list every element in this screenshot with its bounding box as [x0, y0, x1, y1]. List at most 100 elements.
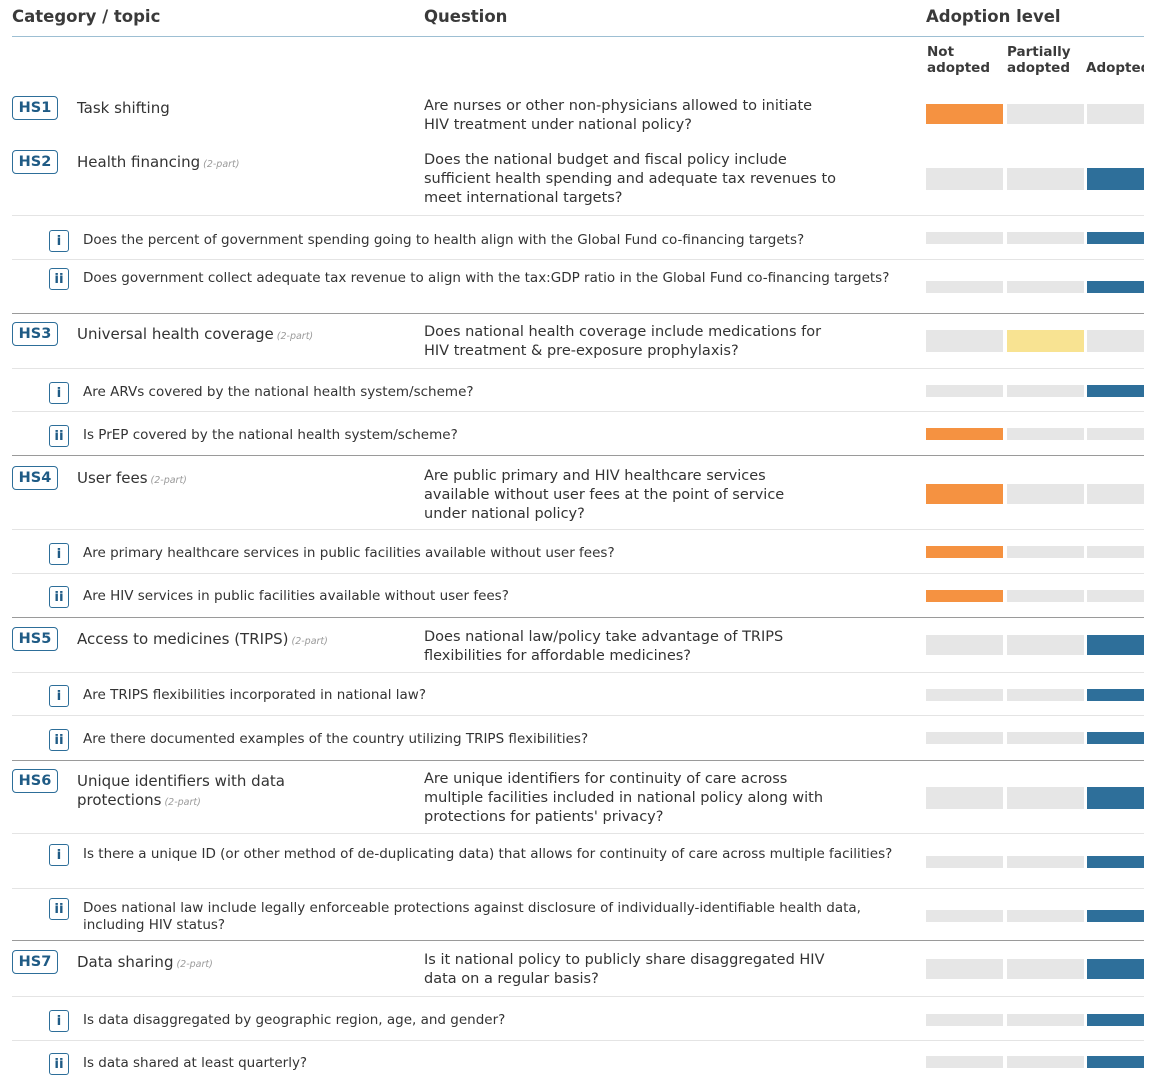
question-text: Does the national budget and fiscal poli… — [424, 152, 837, 206]
row-divider — [12, 573, 1144, 574]
question-text: Does national health coverage include me… — [424, 324, 822, 359]
row-divider — [12, 940, 1144, 941]
adoption-bar-not-adopted — [926, 546, 1003, 558]
two-part-note: (2-part) — [203, 159, 240, 170]
row-divider — [12, 617, 1144, 618]
subquestion-text: Are ARVs covered by the national health … — [83, 384, 474, 400]
adoption-bar-partially-adopted — [1007, 385, 1084, 397]
column-partially-adopted: Partially adopted — [1007, 44, 1071, 76]
subquestion-number-badge: ii — [49, 425, 69, 447]
subquestion-text: Are there documented examples of the cou… — [83, 731, 589, 747]
adoption-bar-not-adopted — [926, 689, 1003, 701]
header-question: Question — [424, 7, 508, 26]
adoption-bar-not-adopted — [926, 385, 1003, 397]
adoption-bar-not-adopted — [926, 428, 1003, 440]
subquestion-text: Is there a unique ID (or other method of… — [83, 846, 893, 862]
column-not-adopted-line1: Not — [927, 44, 955, 60]
subquestion-text: Does national law include legally enforc… — [83, 900, 861, 933]
topic-text: Task shifting — [77, 99, 170, 117]
adoption-bar-not-adopted — [926, 104, 1003, 124]
adoption-bar-not-adopted — [926, 281, 1003, 293]
subquestion-number-badge: i — [49, 543, 69, 565]
subquestion-number-badge: ii — [49, 729, 69, 751]
subquestion-text: Is data shared at least quarterly? — [83, 1055, 308, 1071]
topic-code-badge: HS5 — [12, 627, 58, 651]
adoption-bar-partially-adopted — [1007, 787, 1084, 809]
adoption-bar-adopted — [1087, 104, 1144, 124]
column-partially-adopted-line1: Partially — [1007, 44, 1071, 60]
adoption-bar-partially-adopted — [1007, 590, 1084, 602]
topic-label: Task shifting — [77, 99, 417, 118]
column-not-adopted: Not adopted — [927, 44, 990, 76]
adoption-bar-not-adopted — [926, 330, 1003, 352]
header-adoption-level: Adoption level — [926, 7, 1061, 26]
topic-text: Universal health coverage — [77, 325, 274, 343]
row-divider — [12, 529, 1144, 530]
subquestion-text: Are TRIPS flexibilities incorporated in … — [83, 687, 426, 703]
adoption-bar-partially-adopted — [1007, 959, 1084, 979]
subquestion-number-badge: i — [49, 685, 69, 707]
adoption-bar-partially-adopted — [1007, 546, 1084, 558]
column-partially-adopted-line2: adopted — [1007, 60, 1070, 76]
adoption-bar-partially-adopted — [1007, 484, 1084, 504]
adoption-bar-not-adopted — [926, 168, 1003, 190]
subquestion-number-badge: ii — [49, 898, 69, 920]
adoption-bar-adopted — [1087, 168, 1144, 190]
adoption-bar-partially-adopted — [1007, 635, 1084, 655]
question-text: Are nurses or other non-physicians allow… — [424, 98, 813, 133]
topic-label: Access to medicines (TRIPS) (2-part) — [77, 630, 417, 651]
adoption-bar-adopted — [1087, 910, 1144, 922]
adoption-bar-partially-adopted — [1007, 104, 1084, 124]
topic-text: Data sharing — [77, 953, 174, 971]
adoption-bar-not-adopted — [926, 732, 1003, 744]
two-part-note: (2-part) — [150, 475, 187, 486]
row-divider — [12, 313, 1144, 314]
header-category: Category / topic — [12, 7, 161, 26]
subquestion-number-badge: i — [49, 230, 69, 252]
adoption-bar-adopted — [1087, 428, 1144, 440]
topic-code-badge: HS1 — [12, 96, 58, 120]
adoption-bar-partially-adopted — [1007, 330, 1084, 352]
adoption-table: Category / topic Question Adoption level… — [0, 0, 1144, 1079]
row-divider — [12, 215, 1144, 216]
adoption-bar-not-adopted — [926, 1056, 1003, 1068]
adoption-bar-adopted — [1087, 959, 1144, 979]
subquestion-number-badge: i — [49, 844, 69, 866]
topic-code-badge: HS2 — [12, 150, 58, 174]
adoption-bar-adopted — [1087, 689, 1144, 701]
row-divider — [12, 888, 1144, 889]
subquestion-text: Are primary healthcare services in publi… — [83, 545, 615, 561]
subquestion-text: Is data disaggregated by geographic regi… — [83, 1012, 506, 1028]
adoption-bar-partially-adopted — [1007, 732, 1084, 744]
column-adopted-label: Adopted — [1086, 60, 1144, 76]
adoption-bar-not-adopted — [926, 232, 1003, 244]
adoption-bar-not-adopted — [926, 1014, 1003, 1026]
adoption-bar-not-adopted — [926, 910, 1003, 922]
adoption-bar-adopted — [1087, 546, 1144, 558]
topic-code-badge: HS6 — [12, 769, 58, 793]
adoption-bar-not-adopted — [926, 484, 1003, 504]
adoption-bar-partially-adopted — [1007, 1056, 1084, 1068]
subquestion-text: Does government collect adequate tax rev… — [83, 270, 890, 286]
subquestion-number-badge: i — [49, 382, 69, 404]
adoption-bar-partially-adopted — [1007, 168, 1084, 190]
row-divider — [12, 833, 1144, 834]
topic-label: User fees (2-part) — [77, 469, 417, 490]
adoption-bar-adopted — [1087, 1056, 1144, 1068]
row-divider — [12, 1040, 1144, 1041]
topic-code-badge: HS3 — [12, 322, 58, 346]
question-text: Are public primary and HIV healthcare se… — [424, 468, 785, 522]
subquestion-number-badge: ii — [49, 586, 69, 608]
row-divider — [12, 368, 1144, 369]
adoption-bar-partially-adopted — [1007, 281, 1084, 293]
row-divider — [12, 672, 1144, 673]
adoption-bar-adopted — [1087, 856, 1144, 868]
adoption-bar-adopted — [1087, 1014, 1144, 1026]
adoption-bar-not-adopted — [926, 787, 1003, 809]
adoption-bar-adopted — [1087, 590, 1144, 602]
adoption-bar-adopted — [1087, 330, 1144, 352]
adoption-bar-not-adopted — [926, 959, 1003, 979]
two-part-note: (2-part) — [276, 331, 314, 342]
row-divider — [12, 455, 1144, 456]
adoption-bar-not-adopted — [926, 590, 1003, 602]
